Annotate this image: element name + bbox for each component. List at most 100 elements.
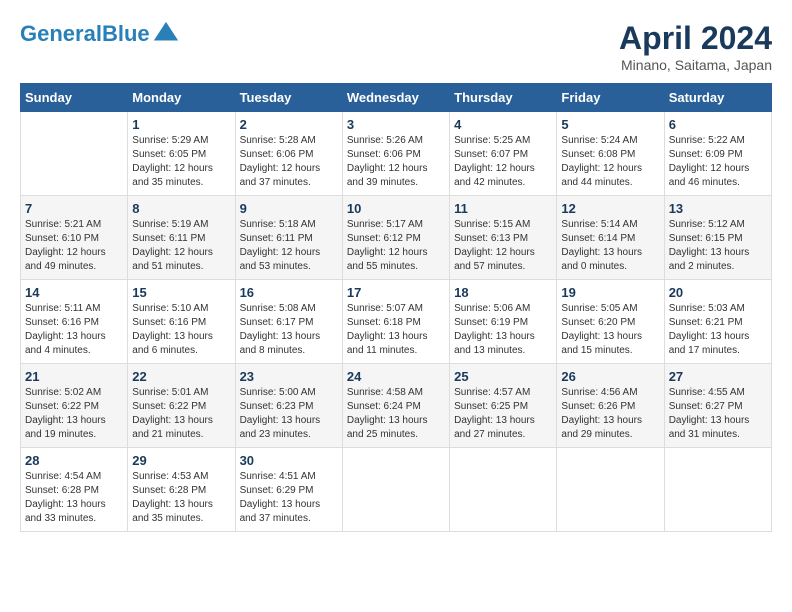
calendar-cell: 6 Sunrise: 5:22 AM Sunset: 6:09 PM Daylig… [664,112,771,196]
title-block: April 2024 Minano, Saitama, Japan [619,20,772,73]
day-info: Sunrise: 5:03 AM Sunset: 6:21 PM Dayligh… [669,302,767,358]
calendar-cell: 28 Sunrise: 4:54 AM Sunset: 6:28 PM Dayli… [21,448,128,532]
day-info: Sunrise: 5:28 AM Sunset: 6:06 PM Dayligh… [240,134,338,190]
day-number: 13 [669,201,767,216]
day-info: Sunrise: 5:08 AM Sunset: 6:17 PM Dayligh… [240,302,338,358]
day-number: 9 [240,201,338,216]
day-number: 11 [454,201,552,216]
weekday-header-friday: Friday [557,84,664,112]
calendar-cell: 17 Sunrise: 5:07 AM Sunset: 6:18 PM Dayli… [342,280,449,364]
logo: GeneralBlue [20,20,180,48]
day-info: Sunrise: 5:22 AM Sunset: 6:09 PM Dayligh… [669,134,767,190]
day-number: 2 [240,117,338,132]
calendar-cell [557,448,664,532]
calendar-week-row: 28 Sunrise: 4:54 AM Sunset: 6:28 PM Dayli… [21,448,772,532]
day-number: 23 [240,369,338,384]
calendar-cell: 24 Sunrise: 4:58 AM Sunset: 6:24 PM Dayli… [342,364,449,448]
day-number: 17 [347,285,445,300]
day-number: 16 [240,285,338,300]
page-subtitle: Minano, Saitama, Japan [619,57,772,73]
day-number: 19 [561,285,659,300]
day-info: Sunrise: 5:18 AM Sunset: 6:11 PM Dayligh… [240,218,338,274]
calendar-cell [664,448,771,532]
day-info: Sunrise: 5:07 AM Sunset: 6:18 PM Dayligh… [347,302,445,358]
calendar-week-row: 14 Sunrise: 5:11 AM Sunset: 6:16 PM Dayli… [21,280,772,364]
day-number: 21 [25,369,123,384]
day-number: 5 [561,117,659,132]
calendar-cell: 27Sunrise: 4:55 AM Sunset: 6:27 PM Dayli… [664,364,771,448]
day-info: Sunrise: 5:12 AM Sunset: 6:15 PM Dayligh… [669,218,767,274]
day-info: Sunrise: 5:21 AM Sunset: 6:10 PM Dayligh… [25,218,123,274]
day-info: Sunrise: 5:25 AM Sunset: 6:07 PM Dayligh… [454,134,552,190]
day-number: 24 [347,369,445,384]
calendar-cell: 20 Sunrise: 5:03 AM Sunset: 6:21 PM Dayli… [664,280,771,364]
day-number: 1 [132,117,230,132]
calendar-cell: 22 Sunrise: 5:01 AM Sunset: 6:22 PM Dayli… [128,364,235,448]
day-info: Sunrise: 4:54 AM Sunset: 6:28 PM Dayligh… [25,470,123,526]
logo-text: GeneralBlue [20,22,150,46]
day-info: Sunrise: 5:26 AM Sunset: 6:06 PM Dayligh… [347,134,445,190]
day-info: Sunrise: 5:06 AM Sunset: 6:19 PM Dayligh… [454,302,552,358]
day-info: Sunrise: 5:02 AM Sunset: 6:22 PM Dayligh… [25,386,123,442]
day-info: Sunrise: 5:01 AM Sunset: 6:22 PM Dayligh… [132,386,230,442]
day-number: 25 [454,369,552,384]
page-header: GeneralBlue April 2024 Minano, Saitama, … [20,20,772,73]
day-number: 15 [132,285,230,300]
day-info: Sunrise: 5:15 AM Sunset: 6:13 PM Dayligh… [454,218,552,274]
calendar-cell: 2 Sunrise: 5:28 AM Sunset: 6:06 PM Daylig… [235,112,342,196]
page-title: April 2024 [619,20,772,57]
calendar-cell: 21 Sunrise: 5:02 AM Sunset: 6:22 PM Dayli… [21,364,128,448]
day-number: 7 [25,201,123,216]
day-info: Sunrise: 5:11 AM Sunset: 6:16 PM Dayligh… [25,302,123,358]
calendar-cell: 30Sunrise: 4:51 AM Sunset: 6:29 PM Dayli… [235,448,342,532]
day-number: 14 [25,285,123,300]
calendar-cell: 26Sunrise: 4:56 AM Sunset: 6:26 PM Dayli… [557,364,664,448]
day-number: 30 [240,453,338,468]
weekday-header-thursday: Thursday [450,84,557,112]
day-info: Sunrise: 5:24 AM Sunset: 6:08 PM Dayligh… [561,134,659,190]
day-info: Sunrise: 5:29 AM Sunset: 6:05 PM Dayligh… [132,134,230,190]
day-number: 27 [669,369,767,384]
calendar-cell: 25 Sunrise: 4:57 AM Sunset: 6:25 PM Dayli… [450,364,557,448]
calendar-cell: 19 Sunrise: 5:05 AM Sunset: 6:20 PM Dayli… [557,280,664,364]
day-number: 6 [669,117,767,132]
calendar-cell: 9 Sunrise: 5:18 AM Sunset: 6:11 PM Daylig… [235,196,342,280]
day-info: Sunrise: 5:14 AM Sunset: 6:14 PM Dayligh… [561,218,659,274]
calendar-cell: 18 Sunrise: 5:06 AM Sunset: 6:19 PM Dayli… [450,280,557,364]
weekday-header-tuesday: Tuesday [235,84,342,112]
day-number: 29 [132,453,230,468]
calendar-cell: 3 Sunrise: 5:26 AM Sunset: 6:06 PM Daylig… [342,112,449,196]
calendar-cell [342,448,449,532]
calendar-cell: 1 Sunrise: 5:29 AM Sunset: 6:05 PM Daylig… [128,112,235,196]
day-number: 28 [25,453,123,468]
day-info: Sunrise: 4:58 AM Sunset: 6:24 PM Dayligh… [347,386,445,442]
calendar-cell: 10Sunrise: 5:17 AM Sunset: 6:12 PM Dayli… [342,196,449,280]
weekday-header-saturday: Saturday [664,84,771,112]
calendar-cell: 8Sunrise: 5:19 AM Sunset: 6:11 PM Daylig… [128,196,235,280]
day-number: 8 [132,201,230,216]
calendar-cell: 7 Sunrise: 5:21 AM Sunset: 6:10 PM Daylig… [21,196,128,280]
calendar-cell: 12 Sunrise: 5:14 AM Sunset: 6:14 PM Dayli… [557,196,664,280]
day-info: Sunrise: 4:57 AM Sunset: 6:25 PM Dayligh… [454,386,552,442]
day-number: 12 [561,201,659,216]
calendar-cell: 14 Sunrise: 5:11 AM Sunset: 6:16 PM Dayli… [21,280,128,364]
day-number: 22 [132,369,230,384]
calendar-week-row: 1 Sunrise: 5:29 AM Sunset: 6:05 PM Daylig… [21,112,772,196]
weekday-header-monday: Monday [128,84,235,112]
calendar-cell: 16 Sunrise: 5:08 AM Sunset: 6:17 PM Dayli… [235,280,342,364]
weekday-header-sunday: Sunday [21,84,128,112]
day-number: 4 [454,117,552,132]
logo-icon [152,20,180,48]
day-number: 3 [347,117,445,132]
calendar-cell: 5 Sunrise: 5:24 AM Sunset: 6:08 PM Daylig… [557,112,664,196]
day-number: 20 [669,285,767,300]
calendar-cell: 13 Sunrise: 5:12 AM Sunset: 6:15 PM Dayli… [664,196,771,280]
day-info: Sunrise: 5:05 AM Sunset: 6:20 PM Dayligh… [561,302,659,358]
calendar-header-row: SundayMondayTuesdayWednesdayThursdayFrid… [21,84,772,112]
day-number: 18 [454,285,552,300]
day-info: Sunrise: 5:17 AM Sunset: 6:12 PM Dayligh… [347,218,445,274]
calendar-cell: 4 Sunrise: 5:25 AM Sunset: 6:07 PM Daylig… [450,112,557,196]
weekday-header-wednesday: Wednesday [342,84,449,112]
calendar-cell: 23Sunrise: 5:00 AM Sunset: 6:23 PM Dayli… [235,364,342,448]
calendar-week-row: 21 Sunrise: 5:02 AM Sunset: 6:22 PM Dayli… [21,364,772,448]
